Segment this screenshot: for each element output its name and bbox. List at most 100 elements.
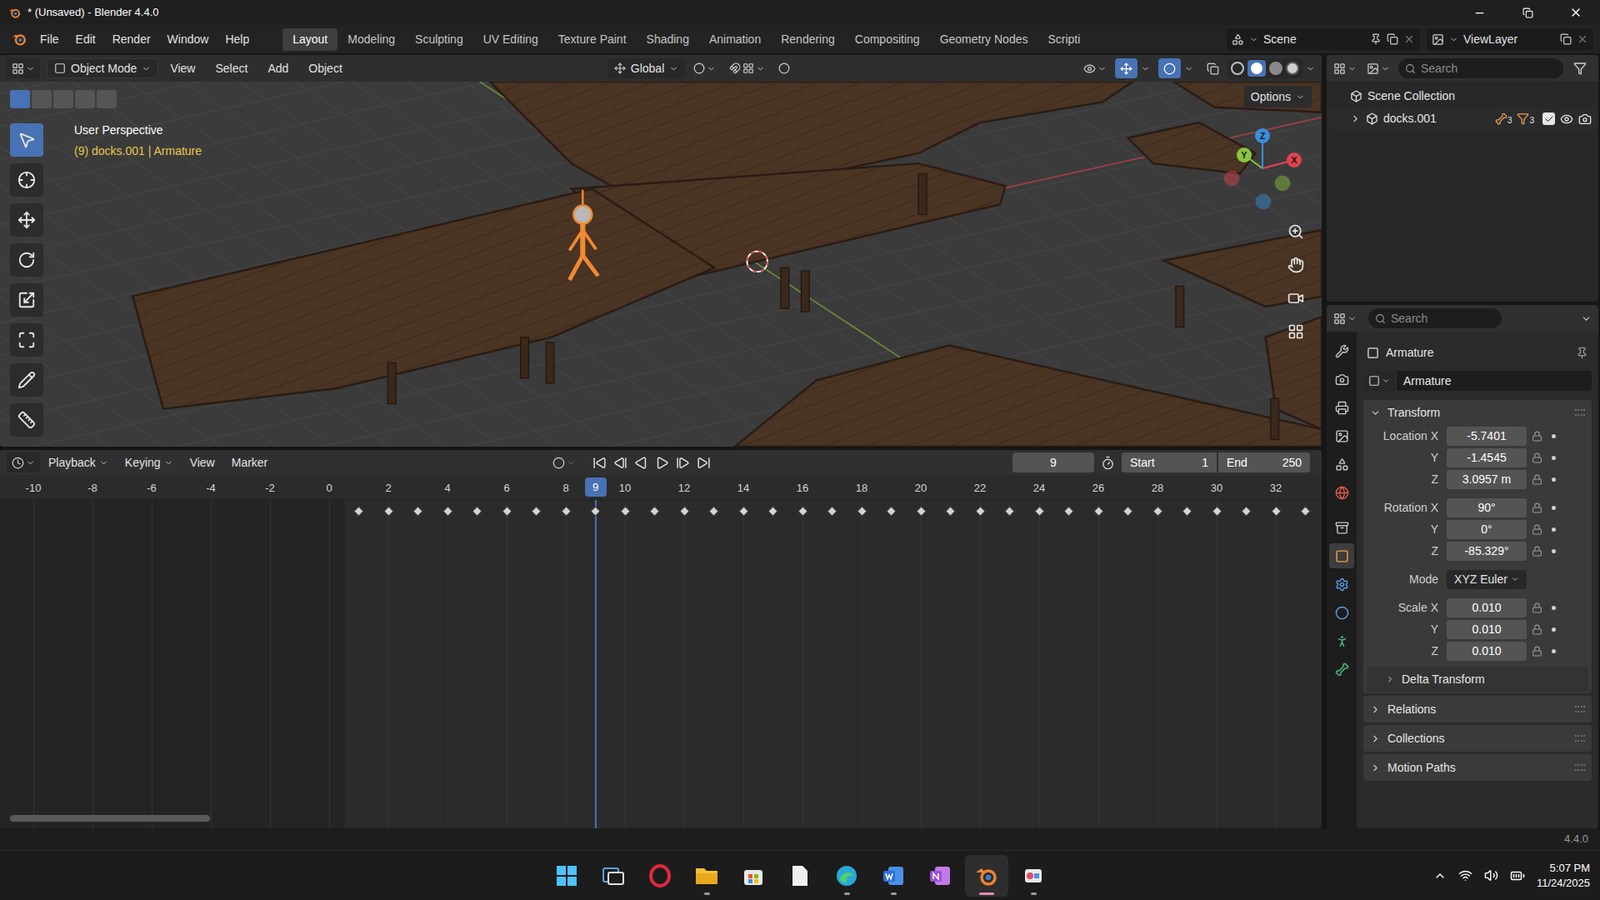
frame-ruler[interactable]: -10-8-6-4-202468101214161820222426283032…	[0, 475, 1322, 500]
menu-item[interactable]: File	[31, 30, 68, 49]
gizmo-toggle[interactable]	[1115, 58, 1138, 79]
jump-end-button[interactable]	[696, 455, 711, 470]
keyframe[interactable]	[1270, 505, 1282, 517]
keyframe[interactable]	[649, 505, 660, 517]
wifi-icon[interactable]	[1458, 868, 1473, 883]
workspace-tab[interactable]: Rendering	[770, 28, 845, 51]
taskbar-app[interactable]	[871, 855, 915, 897]
keyframe[interactable]	[471, 505, 483, 517]
properties-tab[interactable]	[1329, 543, 1355, 569]
properties-tab[interactable]	[1329, 366, 1355, 392]
properties-tab[interactable]	[1329, 395, 1355, 420]
keyframe[interactable]	[1300, 505, 1311, 517]
keyframe[interactable]	[1004, 505, 1015, 517]
keyframe[interactable]	[501, 505, 513, 517]
options-button[interactable]: Options	[1244, 85, 1312, 108]
timeline-menu-item[interactable]: Marker	[223, 454, 277, 472]
keyframe-dot-icon[interactable]	[1551, 549, 1556, 554]
number-field[interactable]: -5.7401	[1446, 426, 1527, 446]
outliner-row[interactable]: docks.00133	[1326, 107, 1599, 130]
taskbar-app[interactable]	[545, 855, 589, 897]
tool-button[interactable]	[10, 363, 44, 397]
workspace-tab[interactable]: Geometry Nodes	[930, 28, 1039, 51]
editor-type-button[interactable]	[6, 452, 40, 473]
menu-item[interactable]: Window	[159, 30, 218, 49]
keyframe[interactable]	[1063, 505, 1075, 517]
workspace-tab[interactable]: Scripti	[1037, 28, 1090, 51]
taskbar-app[interactable]	[918, 855, 962, 897]
taskbar-app[interactable]	[825, 855, 869, 897]
workspace-tab[interactable]: Layout	[282, 28, 338, 51]
lock-icon[interactable]	[1531, 602, 1543, 614]
start-frame-field[interactable]: Start1	[1121, 452, 1217, 473]
workspace-tab[interactable]: Modeling	[337, 28, 405, 51]
snap-button[interactable]	[724, 58, 770, 79]
lock-icon[interactable]	[1531, 645, 1543, 657]
taskbar-app[interactable]	[965, 855, 1009, 897]
timeline-menu-item[interactable]: View	[181, 454, 224, 472]
auto-key-button[interactable]	[552, 456, 576, 470]
material-shading-icon[interactable]	[1269, 61, 1283, 75]
view-layer-selector[interactable]: ViewLayer	[1426, 28, 1594, 50]
keyframe[interactable]	[442, 505, 454, 517]
outliner-search[interactable]: Search	[1398, 58, 1564, 79]
panel-header[interactable]: Relations	[1363, 695, 1592, 723]
prev-keyframe-button[interactable]	[613, 455, 628, 470]
keyframe[interactable]	[1240, 505, 1252, 517]
workspace-tab[interactable]: Animation	[699, 28, 771, 51]
properties-tab[interactable]	[1329, 480, 1355, 505]
keyframe-dot-icon[interactable]	[1551, 477, 1556, 482]
tool-button[interactable]	[10, 163, 44, 197]
workspace-tab[interactable]: Texture Paint	[548, 28, 637, 51]
editor-type-button[interactable]	[6, 58, 40, 79]
keyframe[interactable]	[1034, 505, 1045, 517]
selection-mode-icon[interactable]	[10, 90, 30, 109]
visibility-button[interactable]	[1078, 58, 1112, 79]
tool-button[interactable]	[10, 243, 44, 277]
keyframe[interactable]	[797, 505, 809, 517]
properties-tab[interactable]	[1329, 451, 1355, 477]
options-dropdown-icon[interactable]	[1580, 313, 1592, 325]
panel-header[interactable]: Motion Paths	[1363, 754, 1592, 781]
volume-icon[interactable]	[1484, 868, 1499, 883]
properties-tab[interactable]	[1329, 600, 1355, 625]
blender-menu[interactable]	[6, 31, 32, 47]
editor-type-button[interactable]	[1333, 312, 1357, 325]
keyframe[interactable]	[383, 505, 395, 517]
selection-mode-icon[interactable]	[96, 90, 117, 109]
scene-selector[interactable]: Scene	[1226, 28, 1420, 50]
properties-tab[interactable]	[1329, 423, 1355, 449]
keyframe-dot-icon[interactable]	[1551, 527, 1556, 532]
workspace-tab[interactable]: Compositing	[845, 28, 930, 51]
keyframe-dot-icon[interactable]	[1551, 627, 1556, 632]
taskbar-app[interactable]	[778, 855, 822, 897]
workspace-tab[interactable]: Sculpting	[405, 28, 474, 51]
keyframe-dot-icon[interactable]	[1551, 605, 1556, 610]
mode-dropdown[interactable]: Object Mode	[46, 58, 159, 79]
tool-button[interactable]	[10, 323, 44, 357]
number-field[interactable]: 0°	[1446, 520, 1527, 540]
keyframe-dot-icon[interactable]	[1551, 434, 1556, 439]
keyframe-dot-icon[interactable]	[1551, 505, 1556, 510]
keyframe[interactable]	[412, 505, 424, 517]
xray-toggle[interactable]	[1201, 58, 1225, 79]
scene-3d-view[interactable]	[0, 81, 1322, 447]
number-field[interactable]: 3.0957 m	[1446, 470, 1527, 490]
panel-header[interactable]: Collections	[1363, 725, 1592, 752]
navigation-button[interactable]	[1281, 217, 1310, 246]
taskbar-app[interactable]	[638, 855, 682, 897]
keyframe[interactable]	[1122, 505, 1134, 517]
display-mode-button[interactable]	[1366, 62, 1390, 75]
subpanel-header[interactable]: Delta Transform	[1366, 666, 1589, 692]
viewport-canvas[interactable]: User Perspective(9) docks.001 | Armature…	[0, 81, 1322, 447]
keyframe[interactable]	[708, 505, 720, 517]
properties-tab[interactable]	[1329, 628, 1355, 654]
exclude-checkbox[interactable]	[1542, 112, 1555, 125]
selection-mode-icon[interactable]	[53, 90, 74, 109]
viewport-menu-item[interactable]: Object	[300, 60, 350, 78]
keyframe-dot-icon[interactable]	[1551, 455, 1556, 460]
menu-item[interactable]: Edit	[67, 30, 105, 49]
current-frame-field[interactable]: 9	[1012, 452, 1095, 473]
keyframe[interactable]	[560, 505, 572, 517]
tool-button[interactable]	[10, 203, 44, 237]
